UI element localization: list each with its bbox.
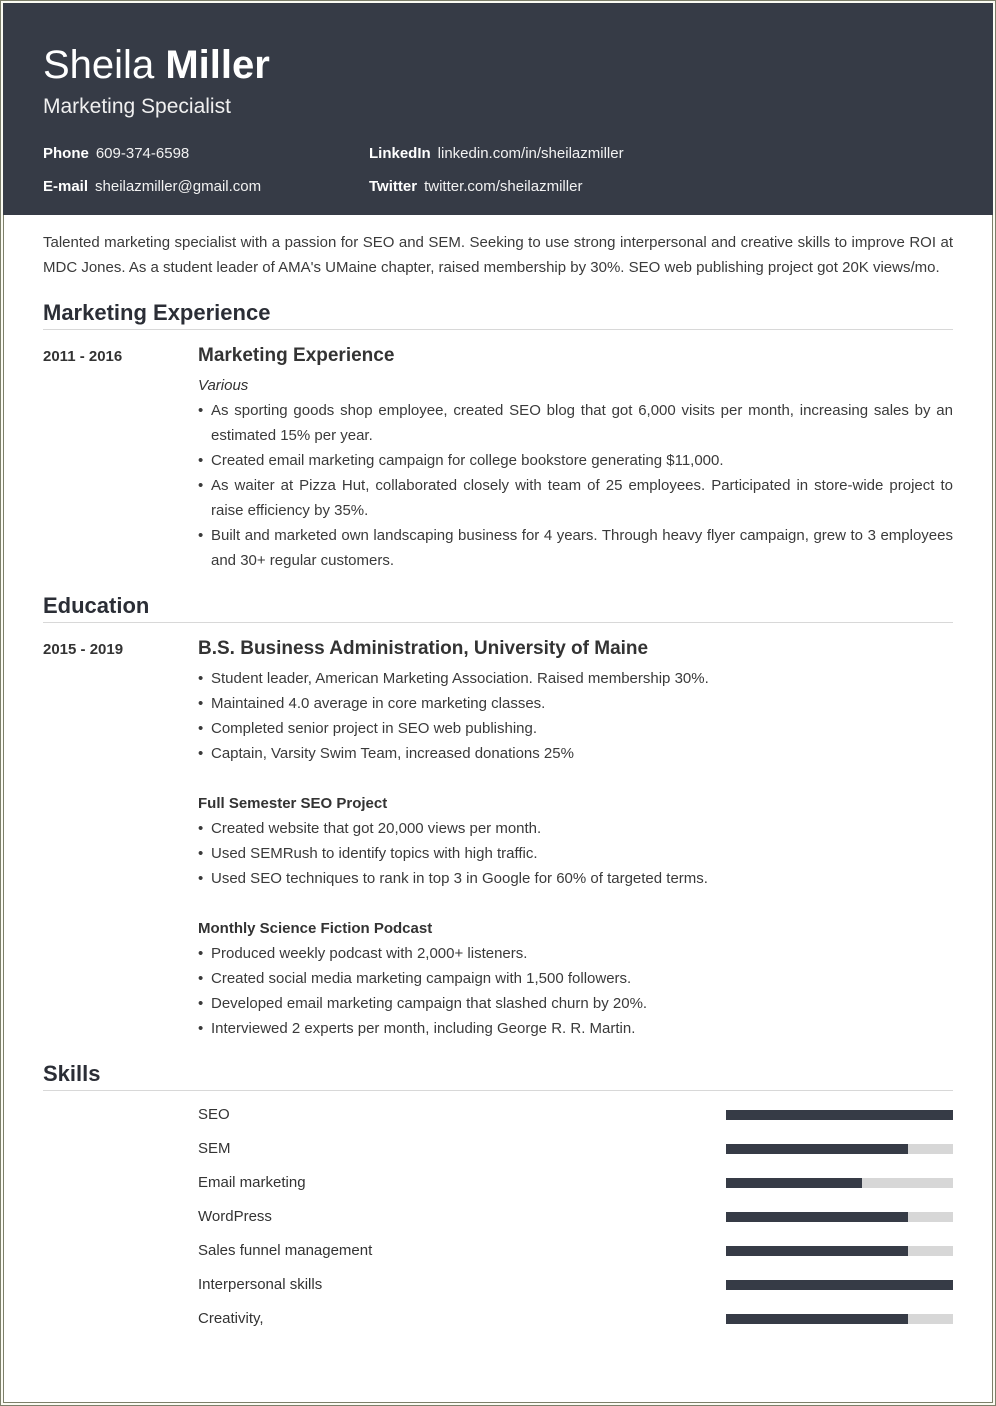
experience-dates: 2011 - 2016 (43, 348, 123, 365)
skill-level-fill (726, 1280, 953, 1290)
list-item: Used SEO techniques to rank in top 3 in … (198, 866, 953, 891)
skill-level-fill (726, 1144, 908, 1154)
experience-bullets: As sporting goods shop employee, created… (198, 398, 953, 573)
list-item: As waiter at Pizza Hut, collaborated clo… (198, 473, 953, 523)
skill-name: Email marketing (198, 1174, 306, 1191)
contact-label: Phone (43, 145, 89, 162)
degree-title: B.S. Business Administration, University… (198, 638, 649, 659)
contact-phone: Phone 609-374-6598 (43, 144, 189, 164)
project-bullets: Produced weekly podcast with 2,000+ list… (198, 941, 953, 1041)
list-item: Interviewed 2 experts per month, includi… (198, 1016, 953, 1041)
contact-email: E-mail sheilazmiller@gmail.com (43, 177, 261, 197)
skill-level-bar (726, 1144, 953, 1154)
skill-level-bar (726, 1246, 953, 1256)
skill-level-bar (726, 1178, 953, 1188)
skill-level-fill (726, 1110, 953, 1120)
list-item: Maintained 4.0 average in core marketing… (198, 691, 953, 716)
skill-level-fill (726, 1314, 908, 1324)
project-title: Monthly Science Fiction Podcast (198, 920, 433, 937)
list-item: Student leader, American Marketing Assoc… (198, 666, 953, 691)
skill-row: Interpersonal skills (198, 1272, 953, 1306)
education-dates: 2015 - 2019 (43, 641, 124, 658)
skill-row: WordPress (198, 1204, 953, 1238)
list-item: Created email marketing campaign for col… (198, 448, 953, 473)
job-title: Marketing Specialist (43, 95, 231, 118)
experience-entry: Marketing Experience Various As sporting… (198, 344, 953, 573)
skill-name: Sales funnel management (198, 1242, 373, 1259)
resume-header: Sheila Miller Marketing Specialist Phone… (3, 3, 993, 215)
experience-company: Various (198, 377, 249, 394)
skill-level-bar (726, 1280, 953, 1290)
list-item: Used SEMRush to identify topics with hig… (198, 841, 953, 866)
list-item: Developed email marketing campaign that … (198, 991, 953, 1016)
summary-paragraph: Talented marketing specialist with a pas… (43, 234, 953, 276)
skill-row: SEM (198, 1136, 953, 1170)
skill-row: SEO (198, 1102, 953, 1136)
skill-row: Email marketing (198, 1170, 953, 1204)
skill-level-bar (726, 1314, 953, 1324)
education-bullets: Student leader, American Marketing Assoc… (198, 666, 953, 766)
section-heading-education: Education (43, 592, 953, 623)
skill-name: WordPress (198, 1208, 272, 1225)
skill-name: SEO (198, 1106, 230, 1123)
twitter-link[interactable]: twitter.com/sheilazmiller (424, 178, 582, 195)
list-item: Produced weekly podcast with 2,000+ list… (198, 941, 953, 966)
skill-level-fill (726, 1212, 908, 1222)
experience-title: Marketing Experience (198, 345, 395, 366)
education-entry: B.S. Business Administration, University… (198, 637, 953, 1041)
contact-label: E-mail (43, 178, 89, 195)
first-name: Sheila (43, 43, 155, 87)
contact-linkedin: LinkedIn linkedin.com/in/sheilazmiller (369, 144, 624, 164)
project-title: Full Semester SEO Project (198, 795, 388, 812)
skill-row: Sales funnel management (198, 1238, 953, 1272)
section-heading-experience: Marketing Experience (43, 299, 953, 330)
section-heading-skills: Skills (43, 1060, 953, 1091)
list-item: Completed senior project in SEO web publ… (198, 716, 953, 741)
email-link[interactable]: sheilazmiller@gmail.com (95, 178, 261, 195)
contact-label: Twitter (369, 178, 418, 195)
skill-level-bar (726, 1110, 953, 1120)
project-bullets: Created website that got 20,000 views pe… (198, 816, 953, 891)
skill-name: SEM (198, 1140, 231, 1157)
list-item: Created website that got 20,000 views pe… (198, 816, 953, 841)
list-item: Built and marketed own landscaping busin… (198, 523, 953, 573)
list-item: As sporting goods shop employee, created… (198, 398, 953, 448)
phone-value[interactable]: 609-374-6598 (96, 145, 189, 162)
list-item: Captain, Varsity Swim Team, increased do… (198, 741, 953, 766)
list-item: Created social media marketing campaign … (198, 966, 953, 991)
last-name: Miller (165, 43, 270, 87)
contact-label: LinkedIn (369, 145, 431, 162)
skill-name: Creativity, (198, 1310, 264, 1327)
skill-name: Interpersonal skills (198, 1276, 323, 1293)
skill-level-fill (726, 1178, 863, 1188)
skill-level-fill (726, 1246, 908, 1256)
skill-row: Creativity, (198, 1306, 953, 1340)
contact-twitter: Twitter twitter.com/sheilazmiller (369, 177, 582, 197)
skill-level-bar (726, 1212, 953, 1222)
linkedin-link[interactable]: linkedin.com/in/sheilazmiller (438, 145, 624, 162)
skills-list: SEO SEM Email marketing WordPress Sales … (198, 1102, 953, 1340)
candidate-name: Sheila Miller (43, 41, 270, 89)
